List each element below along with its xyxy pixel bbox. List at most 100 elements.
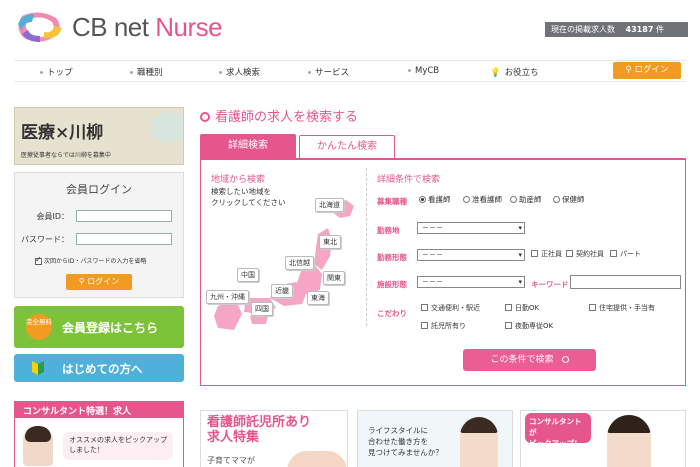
condition-search-title: 詳細条件で検索 [377, 175, 441, 185]
checkbox-icon [421, 304, 428, 311]
facility-label: 施設形態 [377, 280, 407, 289]
banner-daycare-sub: 子育てママが [207, 456, 255, 465]
banner-lifestyle-text: ライフスタイルに 合わせた働き方を 見つけてみませんか？ [368, 426, 443, 457]
section-title: 看護師の求人を検索する [200, 106, 358, 125]
job-type-label: 募集職種 [377, 197, 407, 206]
radio-icon [510, 196, 517, 203]
checkbox-night-shift[interactable]: 夜勤専従OK [505, 321, 553, 331]
password-label: パスワード： [21, 235, 69, 244]
banner-photo [287, 451, 347, 467]
register-label: 会員登録はこちら [62, 321, 159, 335]
search-submit-button[interactable]: この条件で検索 [463, 349, 596, 371]
job-count-label: 現在の掲載求人数 [551, 25, 615, 34]
register-button[interactable]: 完全無料 会員登録はこちら [14, 306, 184, 348]
member-id-label: 会員ID： [36, 212, 69, 221]
work-style-select[interactable]: －－－ [417, 249, 525, 261]
lightbulb-icon: 💡 [490, 68, 501, 78]
checkbox-contract[interactable]: 契約社員 [566, 249, 604, 259]
checkbox-day-shift[interactable]: 日勤OK [505, 303, 539, 313]
nav-job-category[interactable]: 職種別 [130, 66, 163, 78]
nav-job-search[interactable]: 求人検索 [219, 66, 260, 78]
beginner-mark-icon [32, 361, 44, 375]
tab-detailed-search[interactable]: 詳細検索 [200, 134, 296, 158]
region-kanto[interactable]: 関東 [323, 271, 345, 285]
banner-daycare-title: 看護師託児所あり 求人特集 [207, 415, 312, 445]
password-input[interactable] [76, 233, 172, 245]
logo-wordmark: CB net Nurse [72, 12, 223, 42]
checkbox-icon [531, 250, 538, 257]
banner-lifestyle[interactable]: ライフスタイルに 合わせた働き方を 見つけてみませんか？ [357, 410, 513, 467]
banner-daycare-jobs[interactable]: 看護師託児所あり 求人特集 子育てママが [200, 410, 348, 467]
radio-selected-icon [419, 196, 426, 203]
logo-mark-icon [18, 12, 62, 42]
checkbox-icon [505, 304, 512, 311]
free-badge: 完全無料 [26, 314, 52, 340]
bullet-icon [219, 71, 222, 74]
job-count-unit: 件 [655, 25, 664, 34]
consultant-picks[interactable]: コンサルタント特選！求人 オススメの求人をピックアップしました！ [14, 401, 184, 467]
location-label: 勤務地 [377, 226, 400, 235]
header-login-button[interactable]: ⚲ ログイン [613, 62, 681, 79]
radio-icon [463, 196, 470, 203]
site-logo[interactable]: CB net Nurse [14, 8, 223, 44]
checkbox-housing[interactable]: 住宅提供・手当有 [589, 303, 655, 313]
radio-public-health-nurse[interactable]: 保健師 [553, 194, 585, 205]
checkbox-icon [566, 250, 573, 257]
global-nav: トップ 職種別 求人検索 サービス MyCB 💡 お役立ち [14, 60, 686, 82]
job-count-badge: 現在の掲載求人数 43187 件 [545, 22, 688, 37]
consultant-message: オススメの求人をピックアップしました！ [63, 432, 173, 460]
senryu-banner[interactable]: 医療×川柳 医療従事者ならでは川柳を募集中 [14, 107, 184, 165]
checkbox-icon [421, 322, 428, 329]
region-tohoku[interactable]: 東北 [319, 235, 341, 249]
search-panel: 地域から検索 検索したい地域を クリックしてください 北海道 東北 北信越 関東 … [200, 158, 686, 386]
preference-label: こだわり [377, 309, 407, 318]
login-title: 会員ログイン [66, 183, 132, 196]
sidebar-login-button[interactable]: ⚲ ログイン [66, 274, 132, 290]
banner-consultant-pickup[interactable]: コンサルタントが ピックアップ！ [520, 410, 686, 467]
region-hokkaido[interactable]: 北海道 [315, 198, 344, 212]
checkbox-fulltime[interactable]: 正社員 [531, 249, 562, 259]
checkbox-station-near[interactable]: 交通便利・駅近 [421, 303, 480, 313]
nav-top[interactable]: トップ [40, 66, 73, 78]
panel-divider [366, 168, 367, 326]
banner-photo [460, 417, 498, 467]
region-shikoku[interactable]: 四国 [251, 302, 273, 316]
region-chugoku[interactable]: 中国 [237, 268, 259, 282]
consultant-avatar [23, 426, 53, 466]
region-kyushu-okinawa[interactable]: 九州・沖縄 [206, 290, 249, 304]
checkbox-parttime[interactable]: パート [610, 249, 641, 259]
checkbox-daycare[interactable]: 託児所有り [421, 321, 466, 331]
facility-select[interactable]: －－－ [417, 276, 525, 288]
first-time-button[interactable]: はじめての方へ [14, 354, 184, 382]
checkbox-icon [610, 250, 617, 257]
location-select[interactable]: －－－ [417, 222, 525, 234]
banner-photo [607, 415, 651, 467]
member-id-input[interactable] [76, 210, 172, 222]
tab-simple-search[interactable]: かんたん検索 [299, 135, 395, 158]
nav-mycb[interactable]: MyCB [408, 66, 439, 76]
keyword-input[interactable] [570, 275, 681, 289]
region-hokushinetsu[interactable]: 北信越 [285, 256, 314, 270]
area-search-title: 地域から検索 [211, 175, 266, 185]
checkbox-icon [505, 322, 512, 329]
key-icon: ⚲ [78, 277, 85, 286]
first-time-label: はじめての方へ [62, 362, 143, 376]
remember-login-checkbox[interactable]: 次回からID・パスワードの入力を省略 [35, 255, 146, 265]
member-login-box: 会員ログイン 会員ID： パスワード： 次回からID・パスワードの入力を省略 ⚲… [14, 172, 184, 298]
radio-nurse[interactable]: 看護師 [419, 194, 451, 205]
nav-useful[interactable]: 💡 お役立ち [490, 66, 539, 78]
decor-bubble-icon [150, 112, 183, 142]
region-kinki[interactable]: 近畿 [271, 284, 293, 298]
japan-map[interactable] [206, 194, 361, 334]
key-icon: ⚲ [625, 65, 632, 75]
radio-midwife[interactable]: 助産師 [510, 194, 542, 205]
checkbox-checked-icon [35, 255, 42, 265]
region-tokai[interactable]: 東海 [307, 291, 329, 305]
radio-assistant-nurse[interactable]: 准看護師 [463, 194, 502, 205]
banner-consultant-bubble: コンサルタントが ピックアップ！ [525, 413, 591, 448]
senryu-subtitle: 医療従事者ならでは川柳を募集中 [21, 152, 111, 159]
keyword-label: キーワード [531, 280, 569, 289]
checkbox-icon [589, 304, 596, 311]
bullet-icon [130, 71, 133, 74]
nav-service[interactable]: サービス [308, 66, 349, 78]
